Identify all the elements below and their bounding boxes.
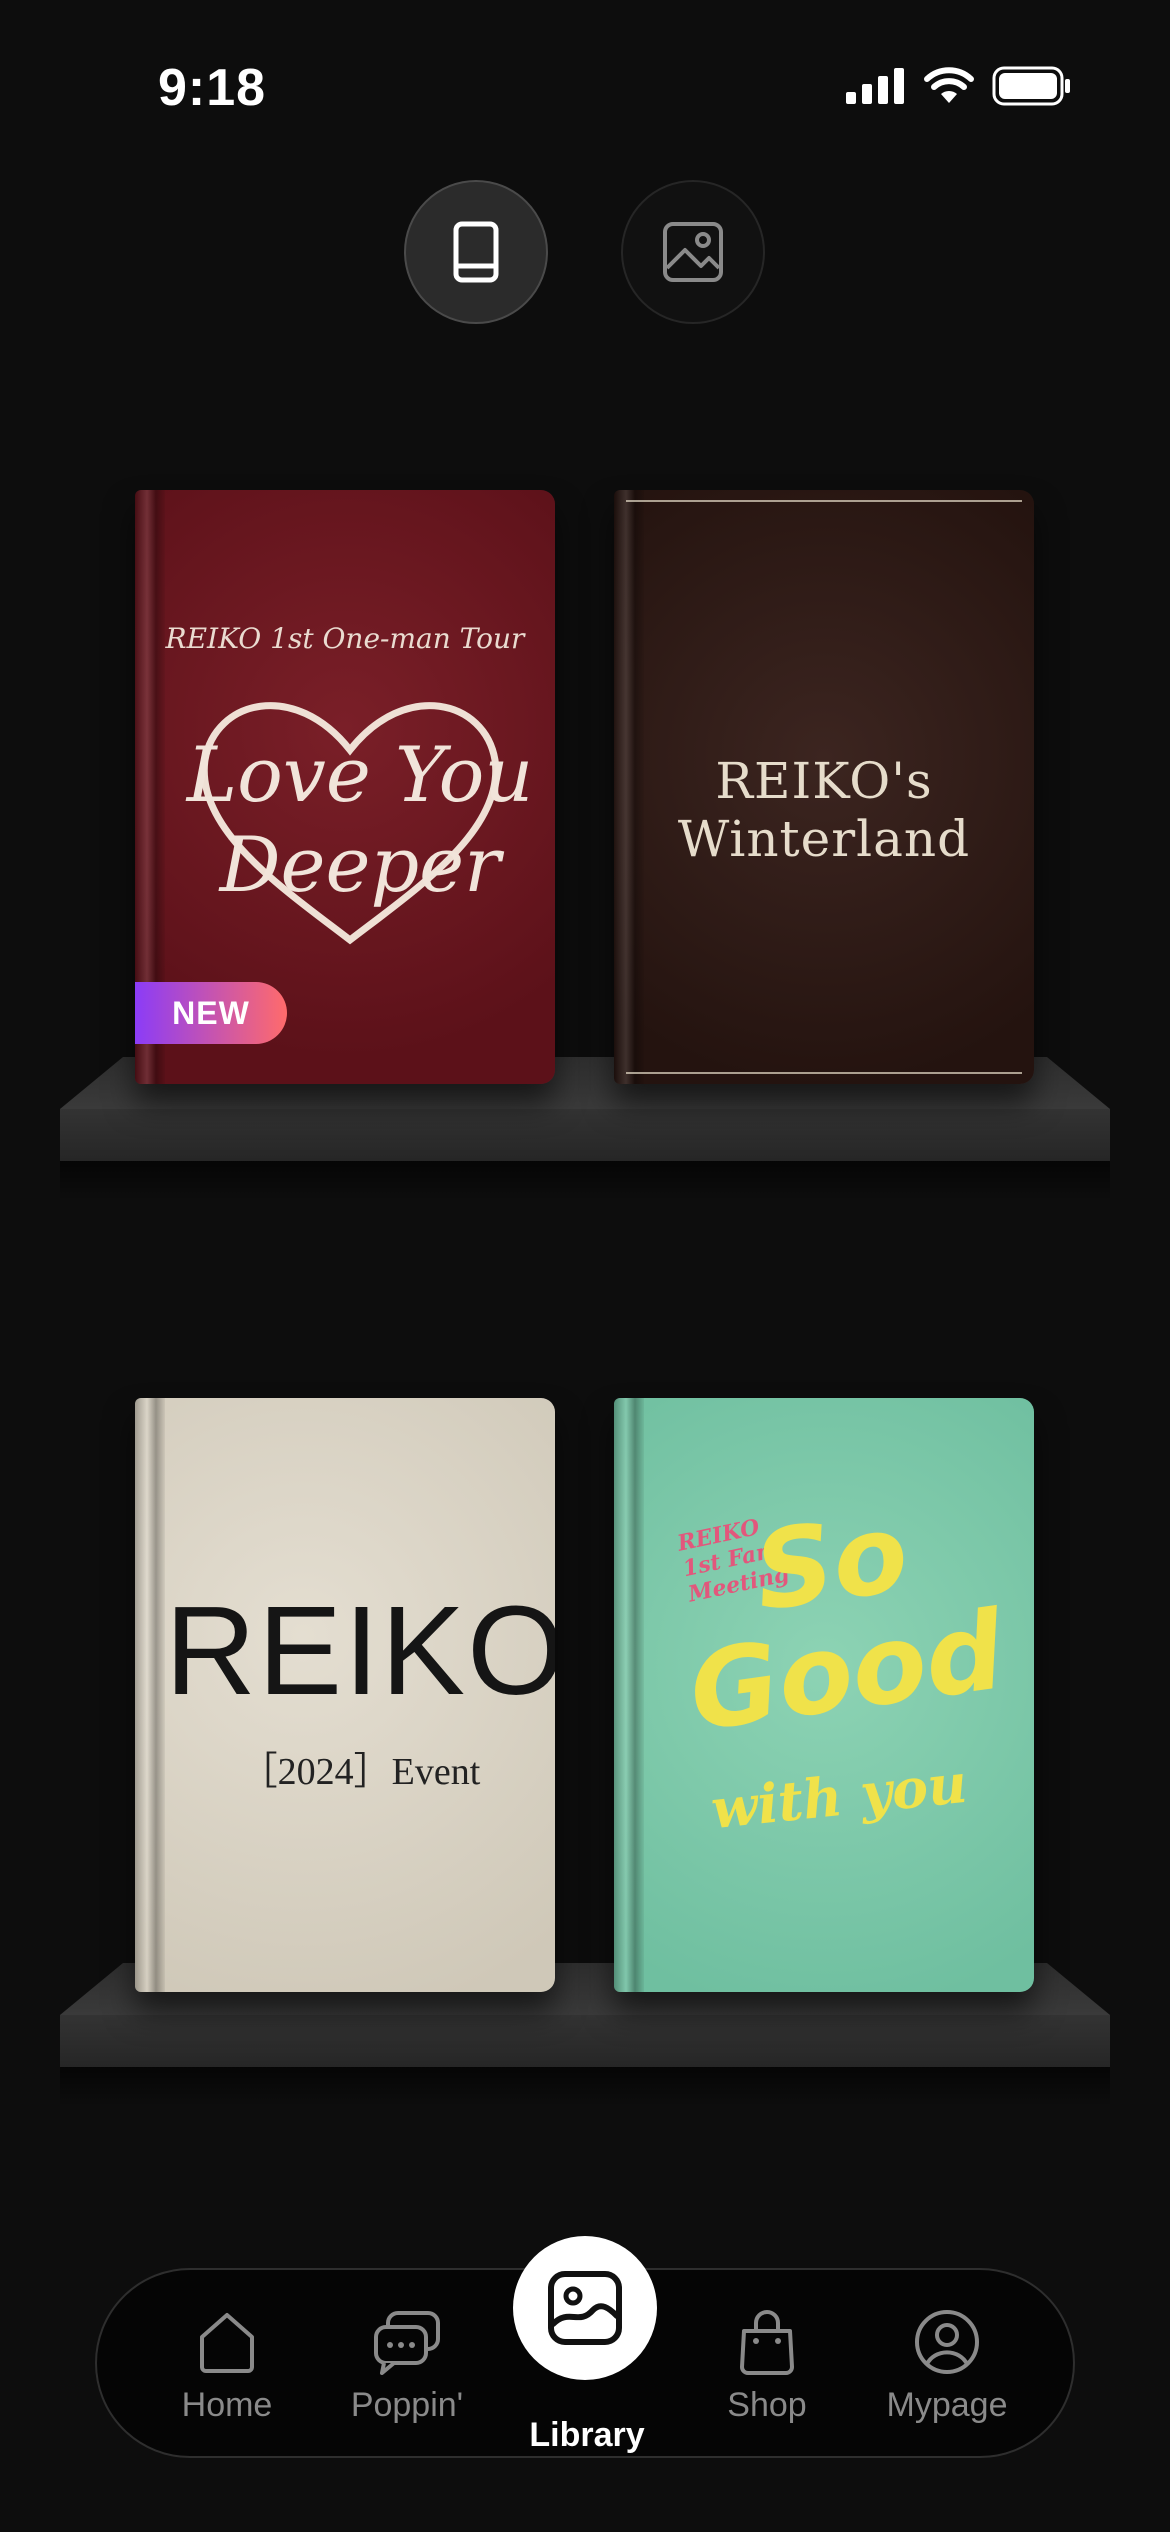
status-icons [846,66,1072,106]
tab-home[interactable]: Home [142,2270,312,2460]
book-title: Love You Deeper [165,730,555,910]
book-subtitle: REIKO 1st One-man Tour [165,622,525,655]
photos-view-button[interactable] [621,180,765,324]
tab-poppin[interactable]: Poppin' [322,2270,492,2460]
tab-label: Mypage [886,2386,1008,2424]
image-icon [663,222,723,282]
tab-label: Home [181,2386,273,2424]
book-reiko-2024-event[interactable]: REIKO ［2024］Event [135,1398,555,1992]
book-title-line: Love You [186,730,534,819]
shelf-front [60,1109,1110,1161]
shelf-shadow [60,1161,1110,1201]
tab-shop[interactable]: Shop [682,2270,852,2460]
tab-mypage[interactable]: Mypage [862,2270,1032,2460]
book-winterland[interactable]: REIKO's Winterland [614,490,1034,1084]
book-spine [614,1398,644,1992]
chat-bubbles-icon [374,2311,440,2375]
shelf-front [60,2015,1110,2067]
signal-icon [846,68,904,104]
battery-icon [992,66,1070,106]
user-circle-icon [915,2310,979,2374]
book-title-line: Deeper [219,820,501,909]
status-time: 9:18 [158,59,267,117]
library-active-button[interactable] [513,2236,657,2380]
books-view-button[interactable] [404,180,548,324]
tab-label: Poppin' [350,2386,464,2424]
book-spine [135,1398,165,1992]
home-icon [200,2313,254,2373]
tab-label: Library [529,2416,645,2454]
shopping-bag-icon [740,2310,794,2375]
book-title: REIKO's Winterland [677,752,971,868]
book-title: REIKO [165,1580,555,1721]
shelf-shadow [60,2067,1110,2107]
book-subtitle: ［2024］Event [239,1751,481,1793]
book-so-good-with-you[interactable]: REIKO 1st Fan Meeting So Good with you [614,1398,1034,1992]
book-title: So Good [640,1483,1034,1756]
wifi-icon [924,67,974,103]
book-love-you-deeper[interactable]: REIKO 1st One-man Tour Love You Deeper N… [135,490,555,1084]
book-title-line: with you [708,1750,970,1842]
tab-label: Shop [727,2386,807,2424]
photo-icon [548,2271,622,2345]
new-badge: NEW [135,982,287,1044]
book-icon [453,221,499,283]
library-screen: 9:18 REIKO 1st One-man Tour Love You Dee… [0,0,1170,2532]
